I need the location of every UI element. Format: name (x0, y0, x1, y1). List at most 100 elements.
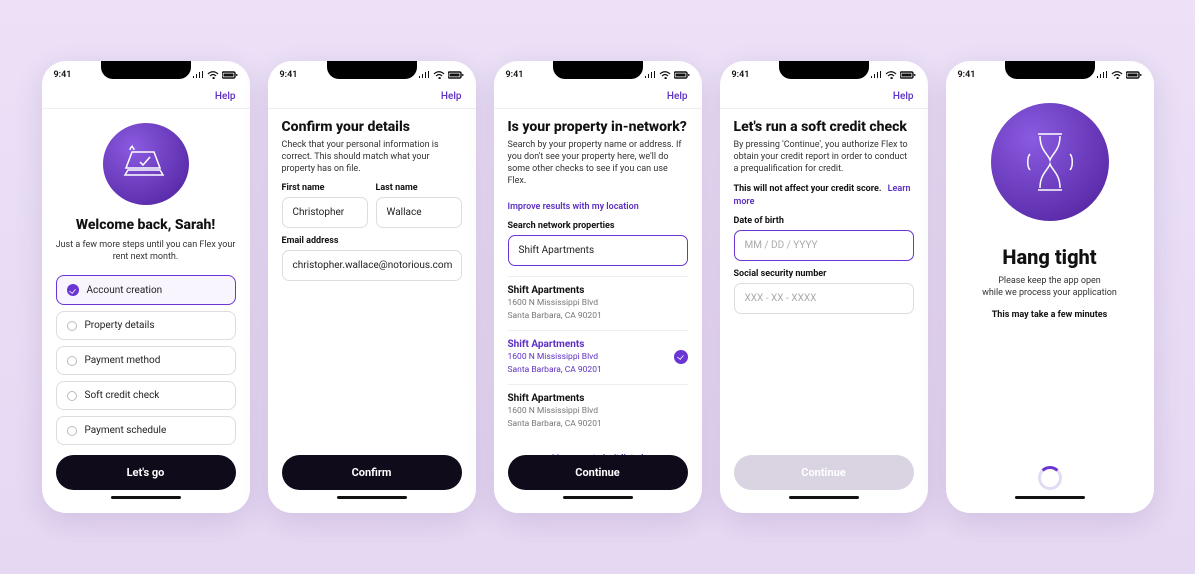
check-icon (67, 284, 79, 296)
lets-go-button[interactable]: Let's go (56, 455, 236, 490)
laptop-icon (118, 144, 174, 184)
result-name: Shift Apartments (508, 339, 602, 350)
help-link[interactable]: Help (215, 91, 236, 102)
hang-bold: This may take a few minutes (992, 310, 1108, 320)
confirm-subtitle: Check that your personal information is … (282, 139, 462, 175)
notch (1005, 61, 1095, 79)
continue-button[interactable]: Continue (508, 455, 688, 490)
help-link[interactable]: Help (667, 91, 688, 102)
result-addr1: 1600 N Mississippi Blvd (508, 406, 602, 417)
wifi-icon (1111, 71, 1123, 79)
credit-title: Let's run a soft credit check (734, 119, 914, 135)
dob-label: Date of birth (734, 216, 914, 226)
result-addr2: Santa Barbara, CA 90201 (508, 311, 602, 322)
result-addr1: 1600 N Mississippi Blvd (508, 352, 602, 363)
notch (101, 61, 191, 79)
result-item[interactable]: Shift Apartments 1600 N Mississippi Blvd… (508, 384, 688, 438)
battery-icon (222, 71, 238, 79)
wifi-icon (885, 71, 897, 79)
hang-line2: while we process your application (956, 287, 1144, 299)
signal-icon (1096, 71, 1108, 79)
step-property-details[interactable]: Property details (56, 311, 236, 340)
screen-confirm-details: 9:41 Help Confirm your details Check tha… (268, 61, 476, 513)
battery-icon (448, 71, 464, 79)
home-indicator (337, 496, 407, 499)
status-icons (418, 71, 464, 79)
battery-icon (1126, 71, 1142, 79)
wifi-icon (433, 71, 445, 79)
hang-line1: Please keep the app open (956, 275, 1144, 287)
last-name-field[interactable]: Wallace (376, 197, 462, 228)
email-label: Email address (282, 236, 462, 246)
improve-location-link[interactable]: Improve results with my location (508, 202, 639, 212)
help-link[interactable]: Help (893, 91, 914, 102)
status-icons (644, 71, 690, 79)
first-name-field[interactable]: Christopher (282, 197, 368, 228)
signal-icon (192, 71, 204, 79)
signal-icon (870, 71, 882, 79)
help-link[interactable]: Help (441, 91, 462, 102)
search-results: Shift Apartments 1600 N Mississippi Blvd… (508, 276, 688, 438)
status-time: 9:41 (958, 70, 976, 80)
wifi-icon (659, 71, 671, 79)
email-field[interactable]: christopher.wallace@notorious.com (282, 250, 462, 281)
ssn-label: Social security number (734, 269, 914, 279)
network-title: Is your property in-network? (508, 119, 688, 135)
step-account-creation[interactable]: Account creation (56, 275, 236, 305)
notch (553, 61, 643, 79)
result-addr2: Santa Barbara, CA 90201 (508, 419, 602, 430)
result-addr1: 1600 N Mississippi Blvd (508, 298, 602, 309)
credit-subtitle: By pressing 'Continue', you authorize Fl… (734, 139, 914, 175)
help-row: Help (720, 89, 928, 109)
signal-icon (644, 71, 656, 79)
radio-icon (67, 356, 77, 366)
dob-field[interactable]: MM / DD / YYYY (734, 230, 914, 261)
step-payment-schedule[interactable]: Payment schedule (56, 416, 236, 445)
step-label: Account creation (87, 285, 163, 296)
welcome-subtitle: Just a few more steps until you can Flex… (56, 239, 236, 263)
screen-property-network: 9:41 Help Is your property in-network? S… (494, 61, 702, 513)
home-indicator (111, 496, 181, 499)
notch (327, 61, 417, 79)
status-icons (192, 71, 238, 79)
check-icon (674, 350, 688, 364)
result-name: Shift Apartments (508, 285, 602, 296)
wifi-icon (207, 71, 219, 79)
continue-button-disabled[interactable]: Continue (734, 455, 914, 490)
radio-icon (67, 391, 77, 401)
screen-welcome: 9:41 Help Welcome back, Sarah! Just a fe… (42, 61, 250, 513)
last-name-label: Last name (376, 183, 462, 193)
search-input[interactable]: Shift Apartments (508, 235, 688, 266)
status-icons (870, 71, 916, 79)
help-row: Help (494, 89, 702, 109)
first-name-label: First name (282, 183, 368, 193)
status-time: 9:41 (732, 70, 750, 80)
help-row: Help (268, 89, 476, 109)
battery-icon (900, 71, 916, 79)
home-indicator (789, 496, 859, 499)
step-label: Payment schedule (85, 425, 167, 436)
confirm-title: Confirm your details (282, 119, 462, 135)
ssn-field[interactable]: XXX - XX - XXXX (734, 283, 914, 314)
step-label: Property details (85, 320, 155, 331)
network-subtitle: Search by your property name or address.… (508, 139, 688, 188)
step-soft-credit-check[interactable]: Soft credit check (56, 381, 236, 410)
result-item[interactable]: Shift Apartments 1600 N Mississippi Blvd… (508, 276, 688, 330)
step-payment-method[interactable]: Payment method (56, 346, 236, 375)
hourglass-icon (1022, 126, 1078, 198)
result-name: Shift Apartments (508, 393, 602, 404)
status-time: 9:41 (506, 70, 524, 80)
result-item-selected[interactable]: Shift Apartments 1600 N Mississippi Blvd… (508, 330, 688, 384)
search-label: Search network properties (508, 221, 688, 231)
welcome-title: Welcome back, Sarah! (56, 217, 236, 233)
loading-spinner-icon (1038, 466, 1062, 490)
signal-icon (418, 71, 430, 79)
home-indicator (563, 496, 633, 499)
hero-illustration-laptop (103, 123, 189, 205)
confirm-button[interactable]: Confirm (282, 455, 462, 490)
credit-score-note: This will not affect your credit score. (734, 184, 882, 194)
step-label: Payment method (85, 355, 161, 366)
screen-credit-check: 9:41 Help Let's run a soft credit check … (720, 61, 928, 513)
result-addr2: Santa Barbara, CA 90201 (508, 365, 602, 376)
notch (779, 61, 869, 79)
